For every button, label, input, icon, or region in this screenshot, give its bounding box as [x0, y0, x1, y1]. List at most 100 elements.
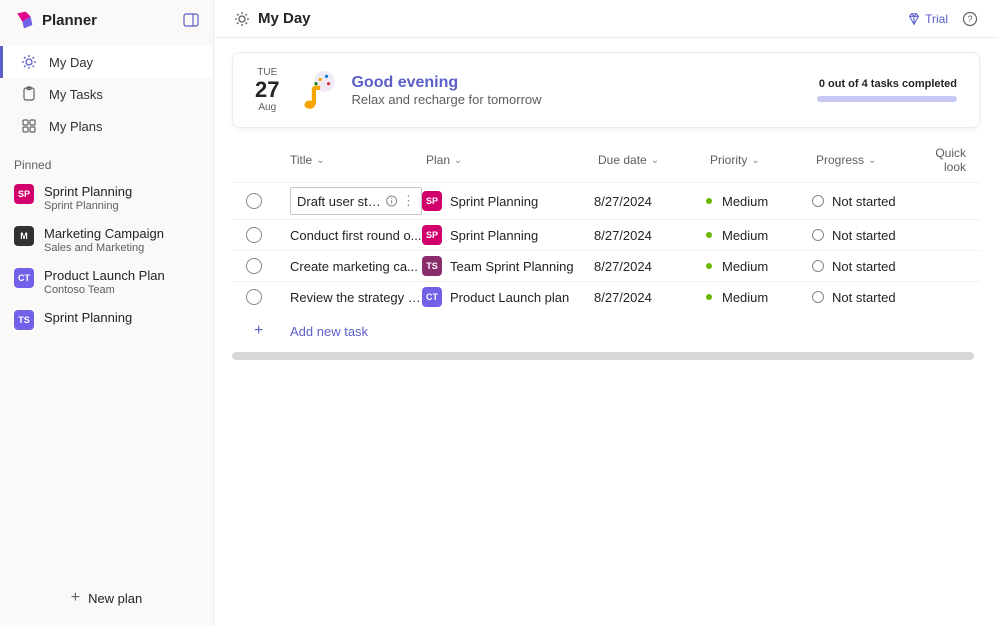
pinned-label: Pinned — [0, 148, 213, 178]
nav-my-tasks-label: My Tasks — [49, 87, 103, 102]
pinned-item[interactable]: M Marketing CampaignSales and Marketing — [0, 220, 213, 262]
add-task-button[interactable]: + Add new task — [232, 312, 980, 350]
chevron-down-icon: ⌄ — [316, 155, 324, 166]
sun-icon — [234, 11, 250, 27]
progress-circle-icon — [812, 195, 824, 207]
col-title[interactable]: Title⌄ — [290, 153, 426, 167]
task-progress[interactable]: Not started — [812, 228, 922, 243]
plus-icon: + — [246, 322, 290, 340]
topbar: My Day Trial ? — [214, 0, 998, 38]
chevron-down-icon: ⌄ — [868, 155, 876, 166]
task-plan[interactable]: CTProduct Launch plan — [422, 287, 594, 307]
task-title[interactable]: Review the strategy d... — [290, 290, 422, 305]
progress-bar — [817, 96, 957, 102]
task-due[interactable]: 8/27/2024 — [594, 228, 706, 243]
svg-text:?: ? — [967, 14, 972, 24]
pinned-sub: Sales and Marketing — [44, 242, 164, 256]
evening-art-icon — [295, 69, 337, 111]
priority-dot-icon — [706, 232, 712, 238]
trial-label: Trial — [925, 12, 948, 26]
sun-icon — [21, 54, 37, 70]
priority-dot-icon — [706, 263, 712, 269]
nav-my-day[interactable]: My Day — [0, 46, 213, 78]
progress-circle-icon — [812, 260, 824, 272]
task-row[interactable]: Conduct first round o... SPSprint Planni… — [232, 219, 980, 250]
help-icon[interactable]: ? — [962, 11, 978, 27]
grid-icon — [21, 118, 37, 134]
hero-title: Good evening — [351, 74, 817, 92]
task-title[interactable]: Draft user storie⋮ — [290, 187, 422, 215]
progress-label: 0 out of 4 tasks completed — [817, 78, 957, 90]
date-day: 27 — [255, 78, 279, 102]
trial-link[interactable]: Trial — [907, 12, 948, 26]
col-quick-look: Quick look — [926, 146, 966, 174]
hero-sub: Relax and recharge for tomorrow — [351, 92, 817, 107]
panel-pin-icon[interactable] — [183, 12, 199, 28]
plus-icon: + — [71, 589, 80, 607]
col-due[interactable]: Due date⌄ — [598, 153, 710, 167]
priority-dot-icon — [706, 294, 712, 300]
pinned-item[interactable]: CT Product Launch PlanContoso Team — [0, 262, 213, 304]
task-progress[interactable]: Not started — [812, 290, 922, 305]
task-plan[interactable]: SPSprint Planning — [422, 225, 594, 245]
chevron-down-icon: ⌄ — [751, 155, 759, 166]
horizontal-scrollbar[interactable] — [232, 352, 974, 360]
task-title[interactable]: Conduct first round o... — [290, 228, 422, 243]
plan-badge-icon: SP — [422, 191, 442, 211]
app-title: Planner — [42, 12, 97, 29]
hero-progress: 0 out of 4 tasks completed — [817, 78, 957, 102]
col-progress[interactable]: Progress⌄ — [816, 153, 926, 167]
task-priority[interactable]: Medium — [706, 259, 812, 274]
plan-badge-icon: SP — [14, 184, 34, 204]
priority-dot-icon — [706, 198, 712, 204]
task-complete-circle[interactable] — [246, 289, 262, 305]
task-due[interactable]: 8/27/2024 — [594, 194, 706, 209]
pinned-item[interactable]: SP Sprint PlanningSprint Planning — [0, 178, 213, 220]
task-due[interactable]: 8/27/2024 — [594, 259, 706, 274]
sidebar-header: Planner — [0, 0, 213, 40]
pinned-title: Marketing Campaign — [44, 226, 164, 242]
task-complete-circle[interactable] — [246, 258, 262, 274]
table-header: Title⌄ Plan⌄ Due date⌄ Priority⌄ Progres… — [232, 138, 980, 182]
pinned-item[interactable]: TS Sprint Planning — [0, 304, 213, 336]
new-plan-button[interactable]: + New plan — [0, 581, 213, 615]
task-plan[interactable]: TSTeam Sprint Planning — [422, 256, 594, 276]
new-plan-label: New plan — [88, 591, 142, 606]
planner-logo-icon — [14, 10, 34, 30]
task-priority[interactable]: Medium — [706, 228, 812, 243]
more-icon[interactable]: ⋮ — [402, 193, 415, 209]
add-task-label: Add new task — [290, 324, 368, 339]
chevron-down-icon: ⌄ — [651, 155, 659, 166]
task-plan[interactable]: SPSprint Planning — [422, 191, 594, 211]
task-list: Draft user storie⋮ SPSprint Planning 8/2… — [232, 182, 980, 312]
plan-badge-icon: M — [14, 226, 34, 246]
task-row[interactable]: Draft user storie⋮ SPSprint Planning 8/2… — [232, 182, 980, 219]
info-icon[interactable] — [385, 194, 398, 208]
task-complete-circle[interactable] — [246, 193, 262, 209]
task-row[interactable]: Review the strategy d... CTProduct Launc… — [232, 281, 980, 312]
col-priority[interactable]: Priority⌄ — [710, 153, 816, 167]
progress-circle-icon — [812, 291, 824, 303]
task-progress[interactable]: Not started — [812, 194, 922, 209]
task-priority[interactable]: Medium — [706, 290, 812, 305]
task-title[interactable]: Create marketing ca... — [290, 259, 422, 274]
nav-my-day-label: My Day — [49, 55, 93, 70]
nav-my-plans-label: My Plans — [49, 119, 102, 134]
task-priority[interactable]: Medium — [706, 194, 812, 209]
plan-badge-icon: TS — [422, 256, 442, 276]
pinned-sub: Contoso Team — [44, 284, 165, 298]
col-plan[interactable]: Plan⌄ — [426, 153, 598, 167]
diamond-icon — [907, 12, 921, 26]
task-row[interactable]: Create marketing ca... TSTeam Sprint Pla… — [232, 250, 980, 281]
nav-my-tasks[interactable]: My Tasks — [0, 78, 213, 110]
pinned-title: Product Launch Plan — [44, 268, 165, 284]
task-complete-circle[interactable] — [246, 227, 262, 243]
pinned-list: SP Sprint PlanningSprint PlanningM Marke… — [0, 178, 213, 336]
main: My Day Trial ? Tue 27 Aug Good evening R… — [214, 0, 998, 625]
nav-my-plans[interactable]: My Plans — [0, 110, 213, 142]
chevron-down-icon: ⌄ — [454, 155, 462, 166]
task-progress[interactable]: Not started — [812, 259, 922, 274]
clipboard-icon — [21, 86, 37, 102]
pinned-title: Sprint Planning — [44, 310, 132, 326]
task-due[interactable]: 8/27/2024 — [594, 290, 706, 305]
